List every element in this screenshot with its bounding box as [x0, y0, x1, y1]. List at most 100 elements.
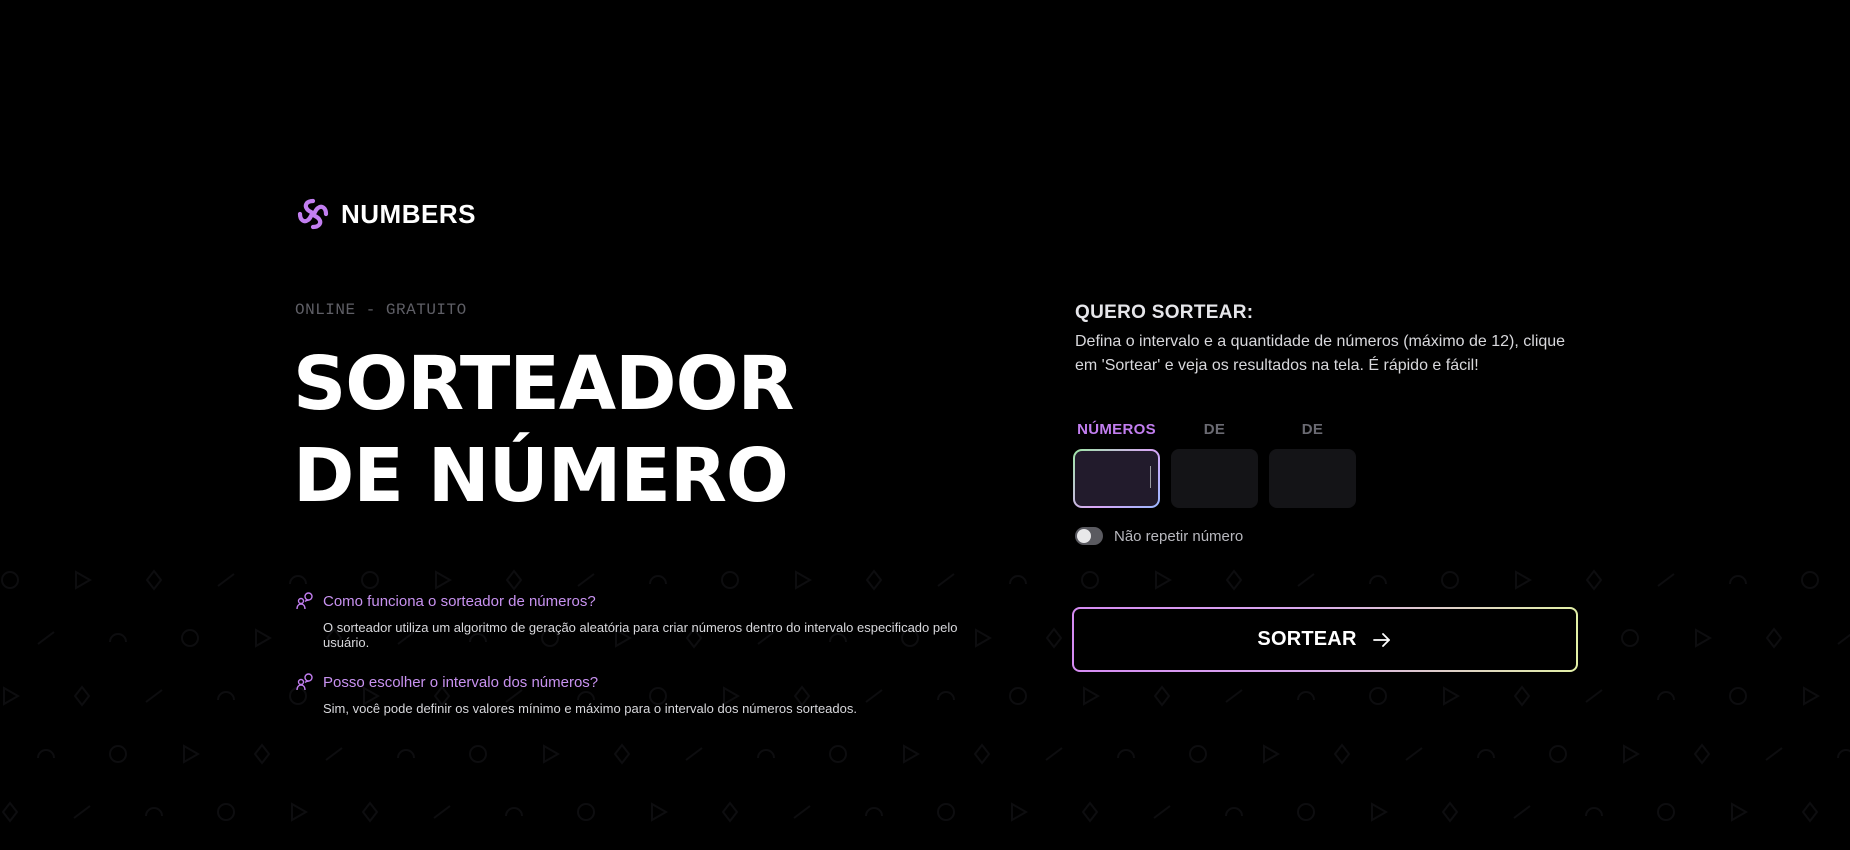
background-pattern-shape: [1801, 571, 1819, 589]
background-pattern-shape: [1333, 743, 1351, 765]
background-pattern-shape: [181, 629, 199, 647]
background-pattern-shape: [253, 743, 271, 765]
background-pattern-shape: [1153, 685, 1171, 707]
background-pattern-shape: [37, 631, 55, 645]
background-pattern-shape: [649, 575, 667, 585]
text-caret: [1150, 466, 1151, 488]
min-input[interactable]: [1171, 449, 1258, 508]
background-pattern-shape: [613, 743, 631, 765]
background-pattern-shape: [325, 747, 343, 761]
background-pattern-shape: [1837, 749, 1850, 759]
arrow-right-icon: [1372, 632, 1390, 647]
background-pattern-shape: [469, 745, 487, 763]
background-pattern-shape: [937, 573, 955, 587]
background-pattern-shape: [1513, 685, 1531, 707]
background-pattern-shape: [183, 744, 201, 764]
background-pattern-shape: [721, 571, 739, 589]
background-pattern-shape: [1225, 807, 1243, 817]
background-pattern-shape: [73, 805, 91, 819]
brand-name: NUMBERS: [341, 198, 476, 229]
background-pattern-shape: [1405, 747, 1423, 761]
quantity-input[interactable]: [1075, 451, 1158, 506]
sortear-button[interactable]: SORTEAR: [1074, 609, 1576, 670]
background-pattern-shape: [75, 570, 93, 590]
background-pattern-shape: [1657, 803, 1675, 821]
background-pattern-shape: [1009, 687, 1027, 705]
background-pattern-shape: [289, 575, 307, 585]
quantity-label: NÚMEROS: [1077, 421, 1156, 438]
background-pattern-shape: [1585, 807, 1603, 817]
background-pattern-shape: [1, 571, 19, 589]
background-pattern-shape: [1695, 628, 1713, 648]
background-pattern-shape: [1045, 747, 1063, 761]
background-pattern-shape: [1731, 802, 1749, 822]
submit-button-frame: SORTEAR: [1072, 607, 1578, 672]
background-pattern-shape: [361, 801, 379, 823]
background-pattern-shape: [1765, 747, 1783, 761]
background-pattern-shape: [903, 744, 921, 764]
background-pattern-shape: [1623, 744, 1641, 764]
knot-logo-icon: [297, 198, 329, 230]
toggle-knob: [1077, 529, 1091, 543]
faq-item: Como funciona o sorteador de números? O …: [295, 591, 995, 650]
page: NUMBERS ONLINE - GRATUITO SORTEADOR DE N…: [0, 0, 1850, 850]
background-pattern-shape: [505, 807, 523, 817]
quantity-input-frame: [1073, 449, 1160, 508]
background-pattern-shape: [1189, 745, 1207, 763]
min-field: DE: [1171, 421, 1258, 508]
background-pattern-shape: [1803, 686, 1821, 706]
background-pattern-shape: [543, 744, 561, 764]
faq-answer: O sorteador utiliza um algoritmo de gera…: [323, 620, 958, 650]
min-label: DE: [1203, 421, 1226, 438]
background-pattern-shape: [3, 686, 21, 706]
background-pattern-shape: [217, 803, 235, 821]
background-pattern-shape: [1369, 575, 1387, 585]
background-pattern-shape: [1011, 802, 1029, 822]
background-pattern-shape: [1225, 569, 1243, 591]
background-pattern-shape: [793, 805, 811, 819]
background-pattern-shape: [217, 691, 235, 701]
background-pattern-shape: [1, 801, 19, 823]
background-pattern-shape: [1083, 686, 1101, 706]
background-pattern-shape: [1081, 571, 1099, 589]
faq-question[interactable]: Como funciona o sorteador de números?: [295, 591, 995, 611]
background-pattern-shape: [1515, 570, 1533, 590]
no-repeat-row: Não repetir número: [1075, 527, 1243, 545]
faq-question-text: Como funciona o sorteador de números?: [323, 592, 596, 610]
sortear-button-label: SORTEAR: [1257, 628, 1357, 650]
max-input-frame: [1269, 449, 1356, 508]
brand[interactable]: NUMBERS: [295, 196, 476, 232]
faq-question-text: Posso escolher o intervalo dos números?: [323, 673, 599, 691]
no-repeat-toggle[interactable]: [1075, 527, 1103, 545]
background-pattern-shape: [721, 801, 739, 823]
background-pattern-shape: [145, 689, 163, 703]
people-icon: [296, 673, 313, 691]
background-pattern-shape: [1477, 749, 1495, 759]
background-pattern-shape: [435, 570, 453, 590]
background-pattern-shape: [1585, 689, 1603, 703]
background-pattern-shape: [1371, 802, 1389, 822]
background-pattern-shape: [37, 749, 55, 759]
background-pattern-shape: [73, 685, 91, 707]
background-pattern-shape: [1729, 575, 1747, 585]
faq-question[interactable]: Posso escolher o intervalo dos números?: [295, 672, 995, 692]
background-pattern-shape: [1765, 627, 1783, 649]
background-pattern-shape: [361, 571, 379, 589]
max-input[interactable]: [1269, 449, 1356, 508]
max-field: DE: [1269, 421, 1356, 508]
background-pattern-shape: [1693, 743, 1711, 765]
background-pattern-shape: [865, 569, 883, 591]
background-pattern-shape: [109, 633, 127, 643]
background-pattern-shape: [577, 803, 595, 821]
page-title-line-1: SORTEADOR: [293, 341, 794, 427]
background-pattern-shape: [1297, 573, 1315, 587]
background-pattern-shape: [145, 807, 163, 817]
background-pattern-shape: [1513, 805, 1531, 819]
background-pattern-shape: [1549, 745, 1567, 763]
background-pattern-shape: [1081, 801, 1099, 823]
background-pattern-shape: [1117, 749, 1135, 759]
page-title-line-2: DE NÚMERO: [293, 433, 789, 519]
background-pattern-shape: [1441, 571, 1459, 589]
faq-item: Posso escolher o intervalo dos números? …: [295, 672, 995, 716]
background-pattern-shape: [505, 569, 523, 591]
